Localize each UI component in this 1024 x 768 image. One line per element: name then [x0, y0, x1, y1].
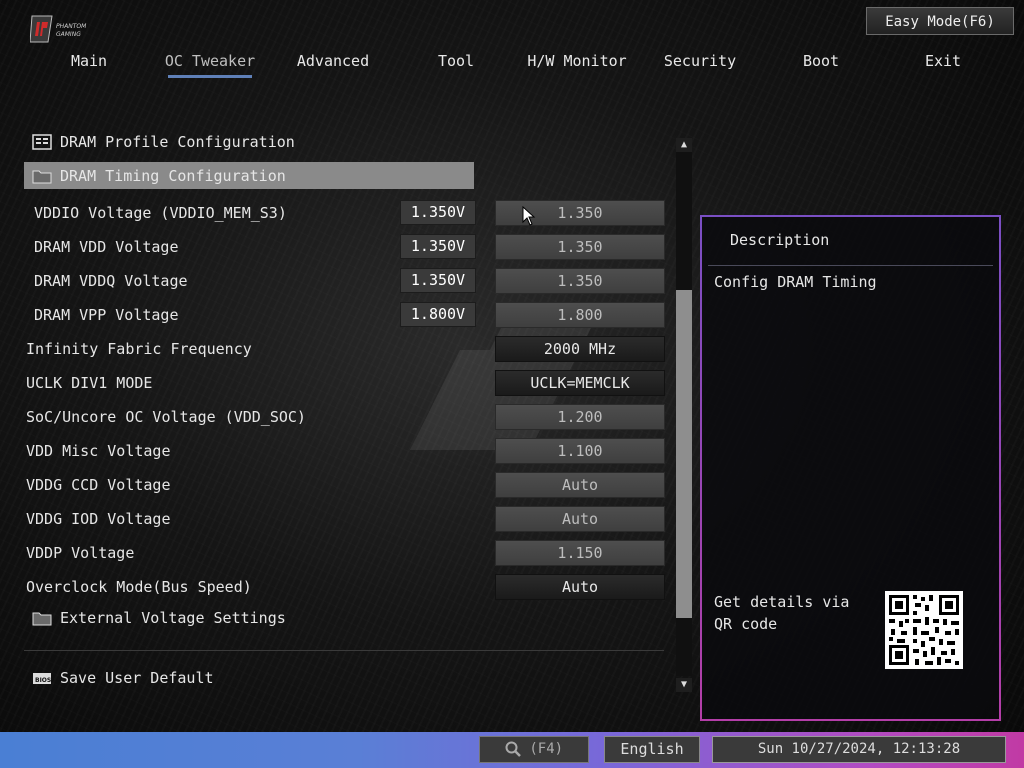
save-user-default-label: Save User Default	[60, 669, 214, 687]
datetime-display: Sun 10/27/2024, 12:13:28	[712, 736, 1006, 763]
search-icon	[505, 741, 521, 757]
list-box-icon	[32, 134, 52, 150]
setting-label: VDDP Voltage	[26, 544, 135, 562]
search-button[interactable]: (F4)	[479, 736, 589, 763]
setting-label: DRAM VPP Voltage	[34, 306, 179, 324]
voltage-readout: 1.800V	[400, 302, 476, 327]
uclk-div1-mode-select[interactable]: UCLK=MEMCLK	[495, 370, 665, 396]
section-divider	[24, 650, 664, 651]
language-button[interactable]: English	[604, 736, 700, 763]
setting-row-vdd-misc-voltage: VDD Misc Voltage 1.100	[0, 436, 680, 466]
svg-text:PHANTOM: PHANTOM	[56, 23, 87, 30]
tab-security[interactable]: Security	[640, 48, 760, 78]
setting-label: VDD Misc Voltage	[26, 442, 171, 460]
setting-label: UCLK DIV1 MODE	[26, 374, 153, 392]
setting-label: Infinity Fabric Frequency	[26, 340, 252, 358]
setting-row-dram-vdd-voltage: DRAM VDD Voltage 1.350V 1.350	[0, 232, 680, 262]
vddg-ccd-voltage-input[interactable]: Auto	[495, 472, 665, 498]
qr-caption: Get details via QR code	[714, 593, 850, 633]
tab-main[interactable]: Main	[29, 48, 149, 78]
setting-row-infinity-fabric-frequency: Infinity Fabric Frequency 2000 MHz	[0, 334, 680, 364]
tab-hw-monitor[interactable]: H/W Monitor	[517, 48, 637, 78]
setting-row-vddp-voltage: VDDP Voltage 1.150	[0, 538, 680, 568]
tab-advanced[interactable]: Advanced	[273, 48, 393, 78]
search-shortcut-label: (F4)	[529, 741, 564, 757]
dram-profile-configuration-item[interactable]: DRAM Profile Configuration	[0, 127, 680, 157]
soc-uncore-oc-voltage-input[interactable]: 1.200	[495, 404, 665, 430]
voltage-readout: 1.350V	[400, 268, 476, 293]
phantom-gaming-logo-icon: PHANTOM GAMING	[29, 15, 87, 43]
description-panel: Description Config DRAM Timing Get detai…	[700, 215, 1001, 721]
setting-label: VDDG CCD Voltage	[26, 476, 171, 494]
overclock-mode-select[interactable]: Auto	[495, 574, 665, 600]
tab-exit[interactable]: Exit	[883, 48, 1003, 78]
tab-tool[interactable]: Tool	[396, 48, 516, 78]
scroll-down-arrow-icon[interactable]: ▼	[676, 678, 692, 692]
vdd-misc-voltage-input[interactable]: 1.100	[495, 438, 665, 464]
description-title: Description	[730, 231, 830, 249]
vddp-voltage-input[interactable]: 1.150	[495, 540, 665, 566]
qr-code-icon	[885, 591, 963, 669]
svg-text:GAMING: GAMING	[56, 31, 81, 38]
setting-label: VDDG IOD Voltage	[26, 510, 171, 528]
folder-icon	[32, 612, 52, 626]
easy-mode-button[interactable]: Easy Mode(F6)	[866, 7, 1014, 35]
dram-profile-configuration-label: DRAM Profile Configuration	[60, 133, 295, 151]
external-voltage-settings-item[interactable]: External Voltage Settings	[0, 603, 680, 633]
footer-bar: (F4) English Sun 10/27/2024, 12:13:28	[0, 732, 1024, 768]
qr-code	[885, 591, 963, 669]
setting-row-uclk-div1-mode: UCLK DIV1 MODE UCLK=MEMCLK	[0, 368, 680, 398]
dram-vpp-voltage-input[interactable]: 1.800	[495, 302, 665, 328]
dram-vdd-voltage-input[interactable]: 1.350	[495, 234, 665, 260]
main-nav: Main OC Tweaker Advanced Tool H/W Monito…	[0, 48, 1024, 80]
setting-label: DRAM VDDQ Voltage	[34, 272, 188, 290]
description-divider	[708, 265, 993, 266]
setting-label: VDDIO Voltage (VDDIO_MEM_S3)	[34, 204, 287, 222]
voltage-readout: 1.350V	[400, 200, 476, 225]
svg-text:BIOS: BIOS	[35, 677, 51, 684]
scroll-up-arrow-icon[interactable]: ▲	[676, 138, 692, 152]
folder-icon	[32, 170, 52, 184]
setting-label: DRAM VDD Voltage	[34, 238, 179, 256]
voltage-readout: 1.350V	[400, 234, 476, 259]
setting-row-dram-vpp-voltage: DRAM VPP Voltage 1.800V 1.800	[0, 300, 680, 330]
dram-timing-configuration-item[interactable]: DRAM Timing Configuration	[0, 161, 680, 191]
setting-row-vddg-ccd-voltage: VDDG CCD Voltage Auto	[0, 470, 680, 500]
vddg-iod-voltage-input[interactable]: Auto	[495, 506, 665, 532]
setting-label: Overclock Mode(Bus Speed)	[26, 578, 252, 596]
dram-timing-configuration-label: DRAM Timing Configuration	[60, 167, 286, 185]
setting-row-vddg-iod-voltage: VDDG IOD Voltage Auto	[0, 504, 680, 534]
phantom-gaming-logo: PHANTOM GAMING	[29, 14, 110, 44]
description-body: Config DRAM Timing	[714, 273, 877, 291]
scrollbar-thumb[interactable]	[676, 290, 692, 618]
setting-row-overclock-mode: Overclock Mode(Bus Speed) Auto	[0, 572, 680, 602]
setting-row-dram-vddq-voltage: DRAM VDDQ Voltage 1.350V 1.350	[0, 266, 680, 296]
tab-oc-tweaker[interactable]: OC Tweaker	[150, 48, 270, 78]
vddio-voltage-input[interactable]: 1.350	[495, 200, 665, 226]
save-user-default-item[interactable]: BIOS Save User Default	[0, 663, 680, 693]
bios-icon: BIOS	[33, 673, 51, 684]
dram-vddq-voltage-input[interactable]: 1.350	[495, 268, 665, 294]
mouse-cursor-icon	[522, 206, 536, 226]
setting-row-soc-uncore-oc-voltage: SoC/Uncore OC Voltage (VDD_SOC) 1.200	[0, 402, 680, 432]
setting-label: SoC/Uncore OC Voltage (VDD_SOC)	[26, 408, 306, 426]
infinity-fabric-frequency-select[interactable]: 2000 MHz	[495, 336, 665, 362]
tab-boot[interactable]: Boot	[761, 48, 881, 78]
setting-row-vddio-voltage: VDDIO Voltage (VDDIO_MEM_S3) 1.350V 1.35…	[0, 198, 680, 228]
external-voltage-settings-label: External Voltage Settings	[60, 609, 286, 627]
